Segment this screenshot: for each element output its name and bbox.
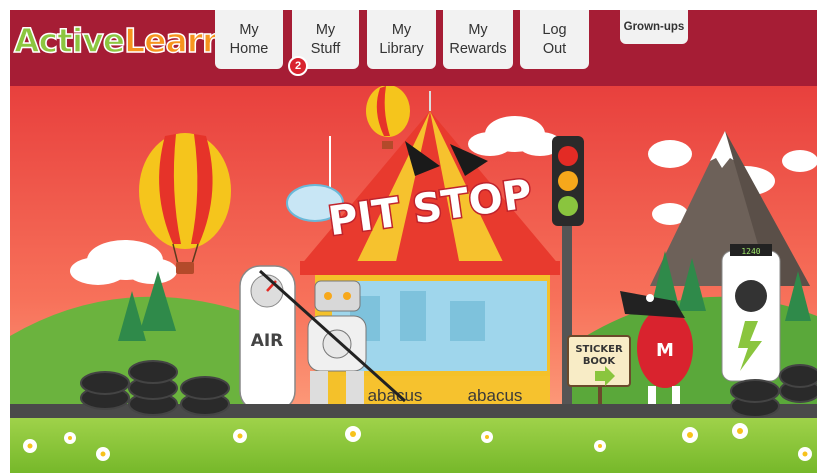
- stand-label-left: abacus: [368, 386, 423, 405]
- nav-log-out-button[interactable]: Log Out: [520, 10, 589, 69]
- nav-my-library-line1: My: [391, 21, 412, 38]
- nav-my-stuff-line1: My: [315, 21, 336, 38]
- logo-learn-text: Learn: [123, 21, 226, 60]
- mascot-letter: M: [656, 340, 674, 361]
- nav-my-library-button[interactable]: My Library: [367, 10, 436, 69]
- nav-log-out-line2: Out: [542, 40, 567, 57]
- nav-my-library-line2: Library: [379, 40, 424, 57]
- grown-ups-button[interactable]: Grown-ups: [620, 10, 688, 44]
- nav-my-home-button[interactable]: My Home: [215, 10, 283, 69]
- nav-my-stuff-line2: Stuff: [310, 40, 341, 57]
- activelearn-logo[interactable]: ActiveLearn: [13, 21, 226, 60]
- my-stuff-notification-badge: 2: [288, 56, 308, 76]
- nav-my-home-line2: Home: [229, 40, 269, 57]
- nav-my-rewards-button[interactable]: My Rewards: [443, 10, 513, 69]
- air-label: AIR: [251, 331, 284, 351]
- pump-display: 1240: [741, 247, 760, 256]
- logo-active-text: Active: [13, 21, 126, 60]
- pit-stop-scene[interactable]: PIT STOP abacus abacus AIR 1240 M STICKE…: [10, 86, 817, 473]
- charging-pump: [721, 244, 781, 382]
- nav-log-out-line1: Log: [542, 21, 567, 38]
- nav-my-rewards-line1: My: [468, 21, 488, 38]
- app-window: ActiveLearn My Home My Stuff My Library …: [0, 0, 819, 473]
- nav-my-home-line1: My: [239, 21, 259, 38]
- sticker-book-label-line2: BOOK: [583, 356, 617, 367]
- sticker-book-label-line1: STICKER: [575, 344, 623, 355]
- nav-my-rewards-line2: Rewards: [449, 40, 507, 57]
- stand-label-right: abacus: [468, 386, 523, 405]
- grass-foreground: [10, 418, 817, 473]
